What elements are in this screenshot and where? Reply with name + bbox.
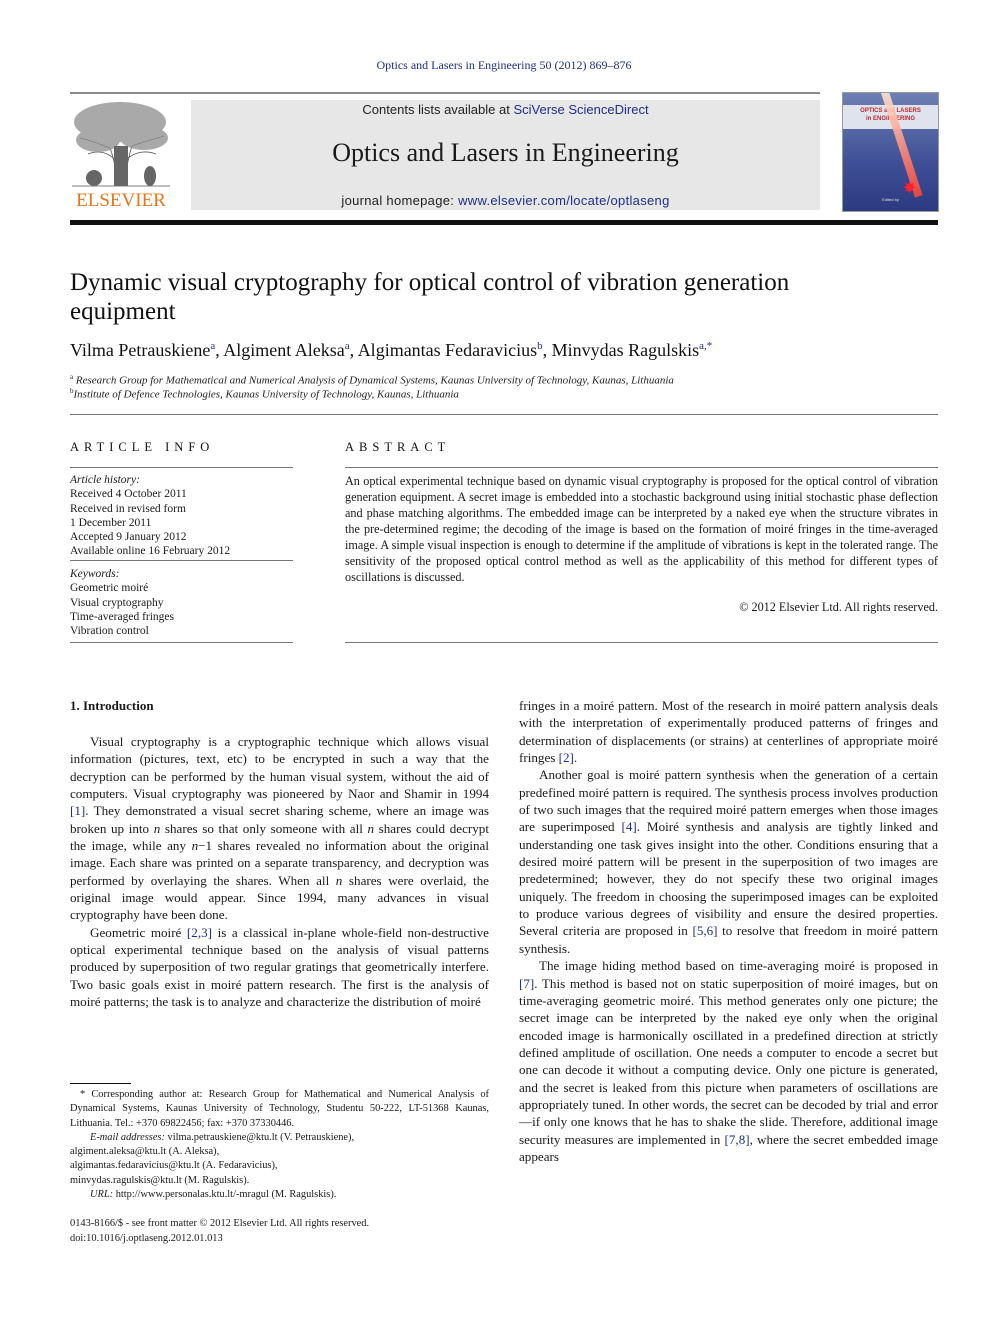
cover-editor-line: Edited by [882, 197, 899, 202]
footnote-rule [70, 1083, 131, 1084]
body-paragraph: Another goal is moiré pattern synthesis … [519, 767, 939, 956]
history-entry: Accepted 9 January 2012 [70, 531, 187, 544]
history-label: Article history: [70, 474, 140, 486]
journal-title: Optics and Lasers in Engineering [332, 138, 679, 167]
journal-homepage-line: journal homepage: www.elsevier.com/locat… [191, 193, 820, 208]
email-address[interactable]: algiment.aleksa@ktu.lt (A. Aleksa), [70, 1145, 489, 1159]
author[interactable]: Minvydas Ragulskis [552, 340, 700, 360]
author-list: Vilma Petrauskienea, Algiment Aleksaa, A… [70, 340, 713, 360]
homepage-prefix: journal homepage: [341, 193, 459, 208]
citation-link[interactable]: [7,8] [725, 1132, 750, 1147]
laser-star-icon: ✸ [903, 180, 917, 197]
email-label: E-mail addresses: [90, 1131, 165, 1143]
contents-available-line: Contents lists available at SciVerse Sci… [191, 102, 820, 117]
article-title: Dynamic visual cryptography for optical … [70, 269, 790, 325]
keywords-label: Keywords: [70, 568, 120, 580]
journal-homepage-link[interactable]: www.elsevier.com/locate/optlaseng [458, 193, 670, 208]
journal-banner: Contents lists available at SciVerse Sci… [191, 100, 820, 210]
author-affiliation-mark[interactable]: a [345, 340, 350, 352]
author[interactable]: Algimantas Fedaravicius [358, 340, 537, 360]
section-divider [70, 414, 938, 415]
math-variable: n [191, 838, 199, 854]
email-address[interactable]: algimantas.fedaravicius@ktu.lt (A. Fedar… [70, 1159, 489, 1173]
body-paragraph: fringes in a moiré pattern. Most of the … [519, 698, 938, 766]
author-affiliation-mark[interactable]: a,* [699, 340, 712, 352]
article-info-rule [70, 467, 293, 468]
affiliation-text: Research Group for Mathematical and Nume… [75, 374, 674, 387]
elsevier-wordmark: ELSEVIER [76, 190, 166, 211]
abstract-bottom-rule [345, 642, 938, 643]
author-affiliation-mark[interactable]: b [537, 340, 543, 352]
keywords: Keywords: Geometric moiré Visual cryptog… [70, 567, 293, 638]
keyword[interactable]: Visual cryptography [70, 596, 293, 610]
citation-link[interactable]: [2,3] [187, 925, 212, 940]
citation-link[interactable]: [7] [519, 976, 534, 991]
header-thick-rule [70, 220, 938, 225]
keyword[interactable]: Geometric moiré [70, 581, 293, 595]
math-variable: n [153, 820, 161, 836]
email-line: E-mail addresses: vilma.petrauskiene@ktu… [70, 1131, 489, 1145]
body-paragraph: Geometric moiré [2,3] is a classical in-… [70, 924, 489, 1010]
author-url[interactable]: http://www.personalas.ktu.lt/-mragul (M.… [116, 1189, 337, 1200]
body-paragraph: Visual cryptography is a cryptographic t… [70, 734, 489, 923]
author-affiliation-mark[interactable]: a [210, 340, 215, 352]
history-entry: Received 4 October 2011 [70, 488, 187, 501]
history-entry: 1 December 2011 [70, 516, 152, 529]
abstract-text: An optical experimental technique based … [345, 474, 938, 584]
sciencedirect-link[interactable]: SciVerse ScienceDirect [513, 102, 648, 117]
keywords-rule [70, 560, 293, 561]
keywords-bottom-rule [70, 642, 293, 643]
contents-prefix: Contents lists available at [362, 102, 514, 117]
abstract-rule [345, 467, 938, 468]
body-paragraph: The image hiding method based on time-av… [519, 958, 939, 1164]
body-column-left: Visual cryptography is a cryptographic t… [70, 733, 489, 1011]
article-history: Article history: Received 4 October 2011… [70, 473, 293, 559]
corresponding-author-note: * Corresponding author at: Research Grou… [70, 1089, 489, 1129]
email-address[interactable]: vilma.petrauskiene@ktu.lt (V. Petrauskie… [168, 1132, 355, 1143]
keyword[interactable]: Time-averaged fringes [70, 610, 293, 624]
abstract-heading: ABSTRACT [345, 440, 451, 454]
email-address[interactable]: minvydas.ragulskis@ktu.lt (M. Ragulskis)… [70, 1174, 489, 1188]
math-variable: n [367, 820, 375, 836]
front-matter-note: 0143-8166/$ - see front matter © 2012 El… [70, 1216, 489, 1246]
elsevier-tree-icon [72, 102, 170, 187]
url-label: URL: [90, 1189, 114, 1201]
header-rule [70, 92, 820, 94]
author[interactable]: Vilma Petrauskiene [70, 340, 210, 360]
citation-link[interactable]: [4] [621, 819, 636, 834]
history-entry: Received in revised form [70, 502, 186, 515]
citation-link[interactable]: [1] [70, 803, 85, 818]
affiliation-mark: a [70, 373, 74, 381]
section-heading-introduction: 1. Introduction [70, 698, 154, 713]
author[interactable]: Algiment Aleksa [223, 340, 344, 360]
math-variable: n [335, 872, 343, 888]
footnotes: * Corresponding author at: Research Grou… [70, 1088, 489, 1202]
citation-link[interactable]: [5,6] [692, 923, 717, 938]
keyword[interactable]: Vibration control [70, 624, 293, 638]
history-entry: Available online 16 February 2012 [70, 545, 231, 558]
url-line: URL: http://www.personalas.ktu.lt/-mragu… [70, 1188, 489, 1202]
front-matter-text: 0143-8166/$ - see front matter © 2012 El… [70, 1218, 370, 1229]
running-head[interactable]: Optics and Lasers in Engineering 50 (201… [0, 58, 992, 73]
affiliation-text: Institute of Defence Technologies, Kauna… [73, 388, 459, 401]
body-column-right: fringes in a moiré pattern. Most of the … [519, 697, 938, 1165]
citation-link[interactable]: [2] [559, 750, 574, 765]
abstract-copyright: © 2012 Elsevier Ltd. All rights reserved… [739, 600, 938, 614]
affiliation-a: a Research Group for Mathematical and Nu… [70, 373, 674, 387]
affiliation-b: bInstitute of Defence Technologies, Kaun… [70, 387, 459, 401]
article-info-heading: ARTICLE INFO [70, 440, 215, 454]
elsevier-logo[interactable]: ELSEVIER [70, 100, 172, 212]
doi[interactable]: doi:10.1016/j.optlaseng.2012.01.013 [70, 1231, 489, 1246]
journal-cover-thumbnail[interactable]: OPTICS and LASERSin ENGINEERING ✸ Edited… [842, 92, 939, 212]
